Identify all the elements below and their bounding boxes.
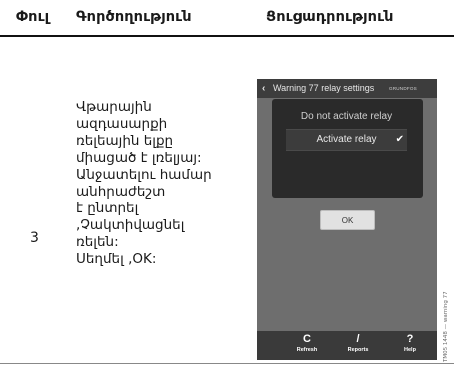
back-chevron-icon[interactable]: ‹ xyxy=(262,79,265,98)
ok-button[interactable]: OK xyxy=(320,210,375,230)
refresh-label: Refresh xyxy=(296,347,318,353)
description-line: ռելեն: xyxy=(76,234,119,251)
description-line: ռելեային ելքը xyxy=(76,132,174,149)
option-activate-relay[interactable]: Activate relay ✔ xyxy=(286,129,407,151)
column-header-action: Գործողություն xyxy=(76,9,192,25)
description-line: է ընտրել xyxy=(76,200,139,217)
phone-screenshot: ‹ Warning 77 relay settings GRUNDFOS Do … xyxy=(257,79,437,360)
description-line: անհրաժեշտ xyxy=(76,183,166,200)
description-line: Վթարային xyxy=(76,99,152,115)
checkmark-icon: ✔ xyxy=(395,134,404,145)
phone-toolbar: C Refresh / Reports ? Help xyxy=(257,331,437,360)
reports-label: Reports xyxy=(347,347,369,353)
column-header-step: Փուլ xyxy=(16,9,50,25)
description-line: ազդասարքի xyxy=(76,115,168,132)
description-line: Անջատելու համար xyxy=(76,166,212,183)
option-label: Do not activate relay xyxy=(300,111,393,122)
description-line: ,Չակտիվացնել xyxy=(76,217,185,234)
screen-title: Warning 77 relay settings xyxy=(273,83,375,93)
step-description: Վթարային ազդասարքի ռելեային ելքը միացած … xyxy=(76,99,246,268)
grundfos-logo-icon: GRUNDFOS xyxy=(389,86,417,91)
help-label: Help xyxy=(404,347,416,353)
phone-title-bar: ‹ Warning 77 relay settings GRUNDFOS xyxy=(257,79,437,98)
relay-options-dialog: Do not activate relay Activate relay ✔ xyxy=(272,99,423,198)
step-number: 3 xyxy=(30,230,39,246)
option-label: Activate relay xyxy=(316,134,377,145)
description-line: միացած է լռելյայ: xyxy=(76,149,202,166)
reports-icon: / xyxy=(356,333,360,345)
refresh-button[interactable]: C Refresh xyxy=(287,333,327,354)
reports-button[interactable]: / Reports xyxy=(338,333,378,354)
table-bottom-rule xyxy=(0,363,454,364)
option-do-not-activate-relay[interactable]: Do not activate relay xyxy=(286,107,407,127)
figure-code: TM05 1448 — warning 77 xyxy=(443,291,449,362)
header-rule xyxy=(0,35,454,37)
refresh-icon: C xyxy=(303,333,311,345)
help-button[interactable]: ? Help xyxy=(390,333,430,354)
column-header-display: Ցուցադրություն xyxy=(266,9,394,25)
help-icon: ? xyxy=(406,333,414,345)
description-line: Սեղմել ,OK: xyxy=(76,251,157,268)
